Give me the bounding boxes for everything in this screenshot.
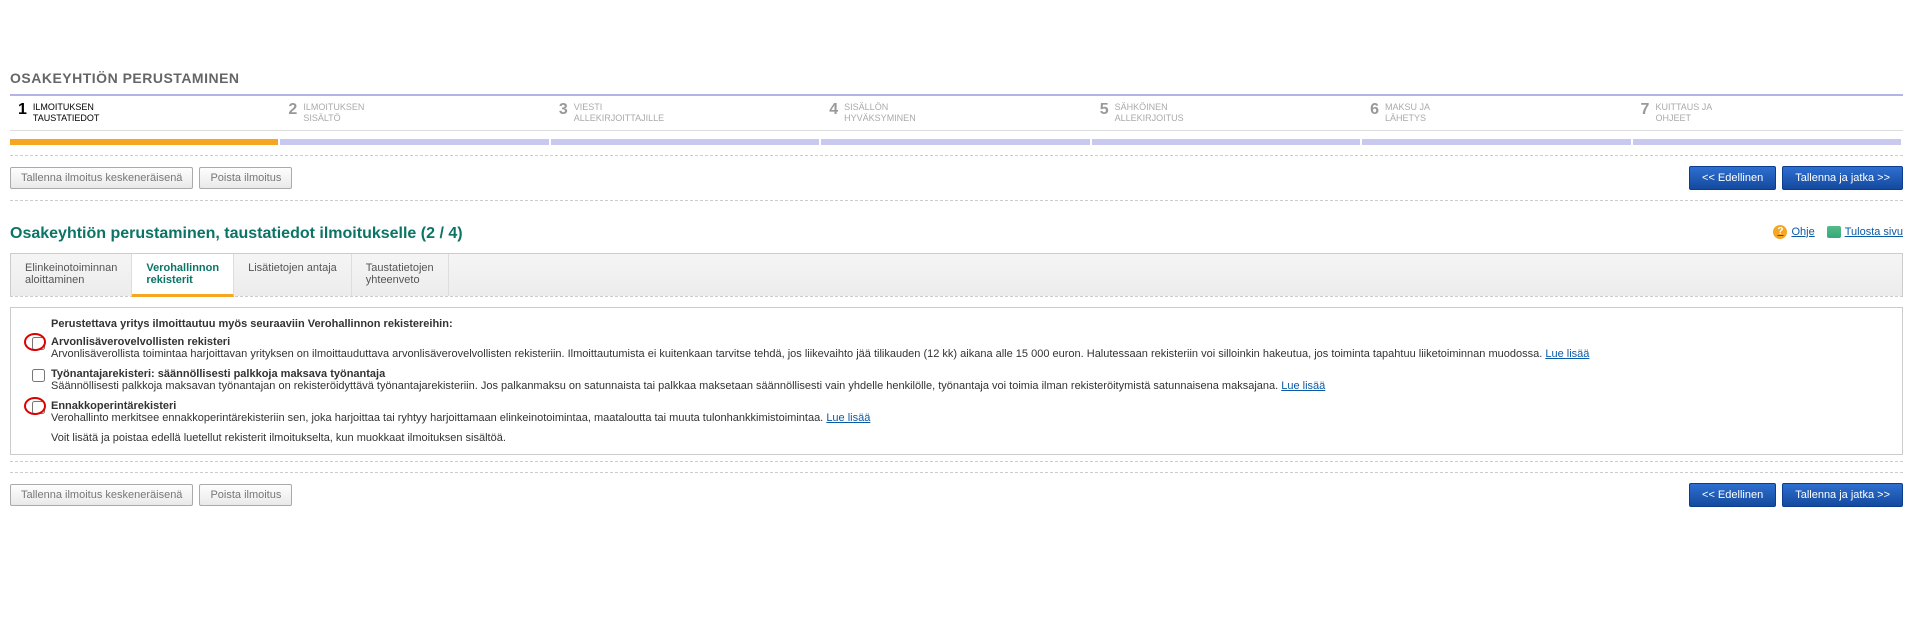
- wizard-step-4: 4 SISÄLLÖNHYVÄKSYMINEN: [821, 96, 1091, 130]
- register-desc: Verohallinto merkitsee ennakkoperintärek…: [51, 412, 823, 424]
- register-desc: Arvonlisäverollista toimintaa harjoittav…: [51, 348, 1542, 360]
- wizard-steps: 1 ILMOITUKSENTAUSTATIEDOT 2 ILMOITUKSENS…: [10, 94, 1903, 131]
- register-desc: Säännöllisesti palkkoja maksavan työnant…: [51, 380, 1278, 392]
- help-label: Ohje: [1791, 226, 1814, 238]
- register-title: Ennakkoperintärekisteri: [51, 400, 1888, 412]
- register-item-alv: Arvonlisäverovelvollisten rekisteri Arvo…: [25, 336, 1888, 360]
- registers-footer: Voit lisätä ja poistaa edellä luetellut …: [51, 432, 1888, 444]
- wizard-step-3: 3 VIESTIALLEKIRJOITTAJILLE: [551, 96, 821, 130]
- wizard-step-5: 5 SÄHKÖINENALLEKIRJOITUS: [1092, 96, 1362, 130]
- highlight-circle: [24, 333, 46, 351]
- tab-line1: Taustatietojen: [366, 262, 434, 274]
- wizard-step-num: 3: [559, 102, 568, 118]
- wizard-progress-bar: [10, 139, 1903, 145]
- tab-line2: yhteenveto: [366, 274, 434, 286]
- tab-line2: aloittaminen: [25, 274, 117, 286]
- tabs: Elinkeinotoiminnanaloittaminen Verohalli…: [10, 253, 1903, 296]
- wizard-step-line2: HYVÄKSYMINEN: [844, 113, 916, 124]
- wizard-step-7: 7 KUITTAUS JAOHJEET: [1633, 96, 1903, 130]
- registers-intro: Perustettava yritys ilmoittautuu myös se…: [51, 318, 1888, 330]
- help-link[interactable]: ? Ohje: [1773, 225, 1814, 239]
- divider: [10, 472, 1903, 473]
- tab-line1: Lisätietojen antaja: [248, 262, 337, 274]
- wizard-step-line2: OHJEET: [1655, 113, 1712, 124]
- tab-line2: rekisterit: [146, 274, 219, 286]
- read-more-link[interactable]: Lue lisää: [1545, 348, 1589, 360]
- wizard-step-line1: ILMOITUKSEN: [33, 102, 100, 113]
- register-title: Työnantajarekisteri: säännöllisesti palk…: [51, 368, 1888, 380]
- wizard-step-num: 1: [18, 102, 27, 118]
- registers-panel: Perustettava yritys ilmoittautuu myös se…: [10, 307, 1903, 455]
- wizard-step-line2: ALLEKIRJOITUS: [1115, 113, 1184, 124]
- register-item-ennakkoperinta: Ennakkoperintärekisteri Verohallinto mer…: [25, 400, 1888, 424]
- previous-button[interactable]: << Edellinen: [1689, 166, 1776, 190]
- wizard-step-num: 6: [1370, 102, 1379, 118]
- register-title: Arvonlisäverovelvollisten rekisteri: [51, 336, 1888, 348]
- wizard-step-line1: SISÄLLÖN: [844, 102, 916, 113]
- save-draft-button[interactable]: Tallenna ilmoitus keskeneräisenä: [10, 484, 193, 506]
- delete-notification-button[interactable]: Poista ilmoitus: [199, 484, 292, 506]
- wizard-step-line1: ILMOITUKSEN: [303, 102, 364, 113]
- section-heading: Osakeyhtiön perustaminen, taustatiedot i…: [10, 225, 463, 243]
- page-title: OSAKEYHTIÖN PERUSTAMINEN: [10, 70, 1903, 86]
- wizard-step-line2: TAUSTATIEDOT: [33, 113, 100, 124]
- divider: [10, 155, 1903, 156]
- wizard-step-line1: VIESTI: [574, 102, 664, 113]
- save-continue-button[interactable]: Tallenna ja jatka >>: [1782, 166, 1903, 190]
- top-button-row: Tallenna ilmoitus keskeneräisenä Poista …: [10, 166, 1903, 190]
- wizard-step-1: 1 ILMOITUKSENTAUSTATIEDOT: [10, 96, 280, 130]
- tab-elinkeinotoiminnan-aloittaminen[interactable]: Elinkeinotoiminnanaloittaminen: [11, 254, 132, 296]
- highlight-circle: [24, 397, 46, 415]
- help-icon: ?: [1773, 225, 1787, 239]
- wizard-step-num: 7: [1641, 102, 1650, 118]
- wizard-step-line1: SÄHKÖINEN: [1115, 102, 1184, 113]
- wizard-step-num: 4: [829, 102, 838, 118]
- tab-line1: Verohallinnon: [146, 262, 219, 274]
- tab-verohallinnon-rekisterit[interactable]: Verohallinnonrekisterit: [132, 254, 234, 297]
- wizard-step-2: 2 ILMOITUKSENSISÄLTÖ: [280, 96, 550, 130]
- read-more-link[interactable]: Lue lisää: [1281, 380, 1325, 392]
- print-icon: [1827, 226, 1841, 238]
- print-link[interactable]: Tulosta sivu: [1827, 226, 1903, 238]
- wizard-step-line2: SISÄLTÖ: [303, 113, 364, 124]
- wizard-step-6: 6 MAKSU JALÄHETYS: [1362, 96, 1632, 130]
- tab-line1: Elinkeinotoiminnan: [25, 262, 117, 274]
- save-continue-button[interactable]: Tallenna ja jatka >>: [1782, 483, 1903, 507]
- register-checkbox-tyonantaja[interactable]: [32, 369, 45, 382]
- print-label: Tulosta sivu: [1845, 226, 1903, 238]
- wizard-step-line1: KUITTAUS JA: [1655, 102, 1712, 113]
- tab-lisatietojen-antaja[interactable]: Lisätietojen antaja: [234, 254, 352, 296]
- save-draft-button[interactable]: Tallenna ilmoitus keskeneräisenä: [10, 167, 193, 189]
- tab-taustatietojen-yhteenveto[interactable]: Taustatietojenyhteenveto: [352, 254, 449, 296]
- divider: [10, 200, 1903, 201]
- wizard-step-num: 5: [1100, 102, 1109, 118]
- register-item-tyonantaja: Työnantajarekisteri: säännöllisesti palk…: [25, 368, 1888, 392]
- wizard-step-num: 2: [288, 102, 297, 118]
- wizard-step-line2: LÄHETYS: [1385, 113, 1430, 124]
- previous-button[interactable]: << Edellinen: [1689, 483, 1776, 507]
- wizard-step-line1: MAKSU JA: [1385, 102, 1430, 113]
- delete-notification-button[interactable]: Poista ilmoitus: [199, 167, 292, 189]
- wizard-step-line2: ALLEKIRJOITTAJILLE: [574, 113, 664, 124]
- read-more-link[interactable]: Lue lisää: [826, 412, 870, 424]
- bottom-button-row: Tallenna ilmoitus keskeneräisenä Poista …: [10, 483, 1903, 507]
